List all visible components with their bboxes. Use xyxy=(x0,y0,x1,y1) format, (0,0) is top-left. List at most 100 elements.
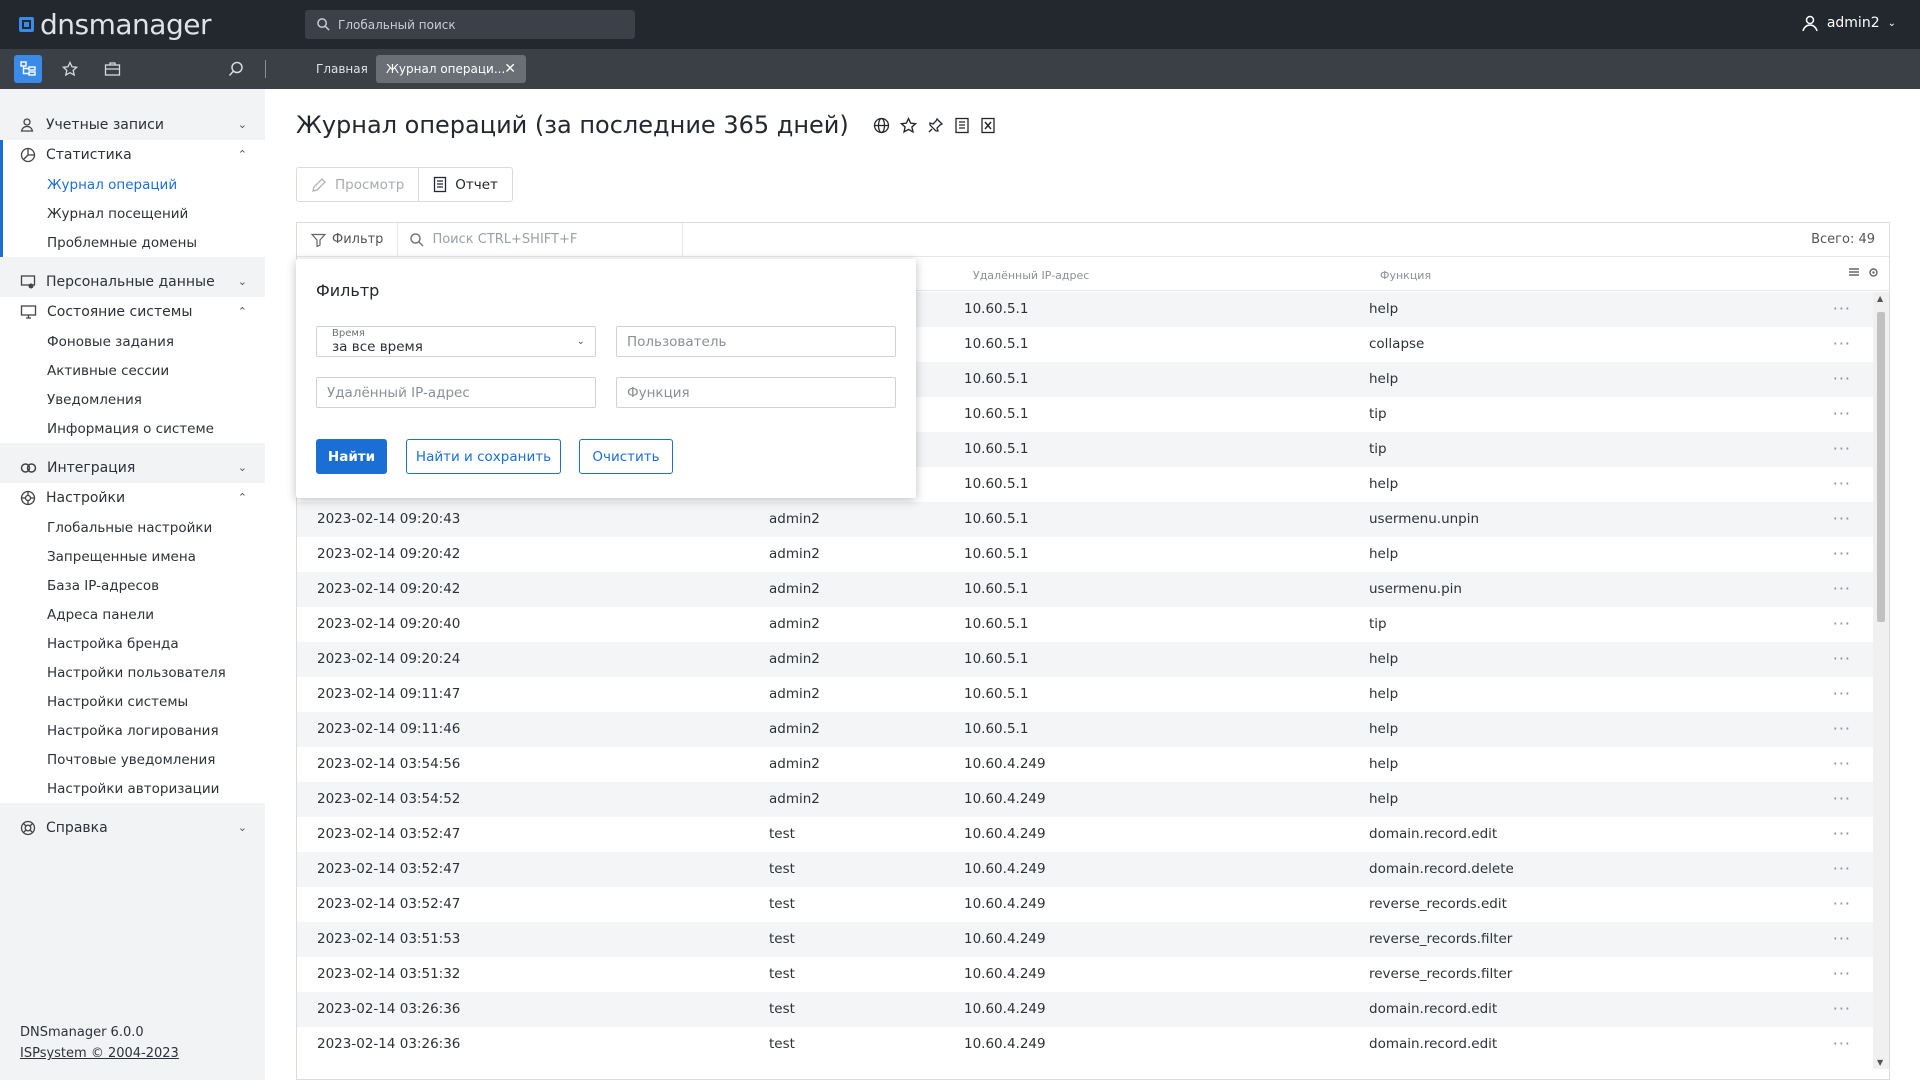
sidebar-item-help[interactable]: Справка ⌄ xyxy=(0,813,265,843)
row-actions-icon[interactable]: ··· xyxy=(1833,369,1851,388)
row-actions-icon[interactable]: ··· xyxy=(1833,299,1851,318)
sidebar-item-system-settings[interactable]: Настройки системы xyxy=(0,687,265,716)
table-row[interactable]: 2023-02-14 09:20:42 admin2 10.60.5.1 userme… xyxy=(297,572,1873,607)
user-field[interactable]: Пользователь xyxy=(616,326,896,357)
sidebar-item-operations-log[interactable]: Журнал операций xyxy=(3,170,265,199)
row-actions-icon[interactable]: ··· xyxy=(1833,929,1851,948)
row-actions-icon[interactable]: ··· xyxy=(1833,509,1851,528)
table-row[interactable]: 2023-02-14 09:20:43 admin2 10.60.5.1 userme… xyxy=(297,502,1873,537)
column-header-function[interactable]: Функция xyxy=(1380,269,1431,282)
sidebar-item-auth-settings[interactable]: Настройки авторизации xyxy=(0,774,265,803)
time-select[interactable]: Время за все время ⌄ xyxy=(316,326,596,357)
menu-tree-button[interactable] xyxy=(14,55,42,83)
row-actions-icon[interactable]: ··· xyxy=(1833,824,1851,843)
column-header-ip[interactable]: Удалённый IP-адрес xyxy=(973,269,1089,282)
scroll-up-icon[interactable]: ▲ xyxy=(1877,294,1883,303)
sidebar-item-personal-data[interactable]: Персональные данные ⌄ xyxy=(0,267,265,297)
logo[interactable]: dnsmanager xyxy=(19,8,211,41)
globe-icon[interactable] xyxy=(873,117,890,134)
row-actions-icon[interactable]: ··· xyxy=(1833,439,1851,458)
sidebar-item-logging-settings[interactable]: Настройка логирования xyxy=(0,716,265,745)
table-row[interactable]: 2023-02-14 09:11:47 admin2 10.60.5.1 help ··… xyxy=(297,677,1873,712)
sidebar-item-settings[interactable]: Настройки ⌃ xyxy=(0,483,265,513)
function-field[interactable]: Функция xyxy=(616,377,896,408)
sidebar-item-notifications[interactable]: Уведомления xyxy=(0,385,265,414)
scroll-down-icon[interactable]: ▼ xyxy=(1877,1058,1883,1067)
view-button[interactable]: Просмотр xyxy=(297,168,418,201)
excel-export-icon[interactable] xyxy=(980,117,996,134)
table-row[interactable]: 2023-02-14 09:11:46 admin2 10.60.5.1 help ··… xyxy=(297,712,1873,747)
menu-search-button[interactable] xyxy=(228,61,244,81)
row-actions-icon[interactable]: ··· xyxy=(1833,789,1851,808)
close-icon[interactable]: ✕ xyxy=(504,61,516,77)
table-row[interactable]: 2023-02-14 03:26:36 test 10.60.4.249 domain… xyxy=(297,992,1873,1027)
row-actions-icon[interactable]: ··· xyxy=(1833,894,1851,913)
table-row[interactable]: 2023-02-14 09:20:40 admin2 10.60.5.1 tip ··· xyxy=(297,607,1873,642)
cell-function: collapse xyxy=(1369,336,1425,352)
sidebar-item-system-state[interactable]: Состояние системы ⌃ xyxy=(0,297,265,327)
table-scrollbar[interactable]: ▲ ▼ xyxy=(1873,292,1889,1069)
sidebar-item-system-info[interactable]: Информация о системе xyxy=(0,414,265,443)
ip-field[interactable]: Удалённый IP-адрес xyxy=(316,377,596,408)
table-row[interactable]: 2023-02-14 03:51:53 test 10.60.4.249 revers… xyxy=(297,922,1873,957)
row-actions-icon[interactable]: ··· xyxy=(1833,964,1851,983)
row-actions-icon[interactable]: ··· xyxy=(1833,474,1851,493)
row-actions-icon[interactable]: ··· xyxy=(1833,649,1851,668)
table-row[interactable]: 2023-02-14 09:20:42 admin2 10.60.5.1 help ··… xyxy=(297,537,1873,572)
row-actions-icon[interactable]: ··· xyxy=(1833,684,1851,703)
row-actions-icon[interactable]: ··· xyxy=(1833,859,1851,878)
columns-icon[interactable] xyxy=(1848,267,1860,277)
row-actions-icon[interactable]: ··· xyxy=(1833,719,1851,738)
row-actions-icon[interactable]: ··· xyxy=(1833,544,1851,563)
sidebar-item-accounts[interactable]: Учетные записи ⌄ xyxy=(0,110,265,140)
table-row[interactable]: 2023-02-14 03:54:56 admin2 10.60.4.249 help… xyxy=(297,747,1873,782)
row-actions-icon[interactable]: ··· xyxy=(1833,1034,1851,1053)
user-menu[interactable]: admin2 ⌄ xyxy=(1801,14,1896,32)
sidebar-item-background-jobs[interactable]: Фоновые задания xyxy=(0,327,265,356)
filter-button[interactable]: Фильтр xyxy=(297,222,399,257)
sidebar-item-problem-domains[interactable]: Проблемные домены xyxy=(3,228,265,257)
tab-home[interactable]: Главная xyxy=(316,49,368,89)
sidebar-item-visits-log[interactable]: Журнал посещений xyxy=(3,199,265,228)
pin-icon[interactable] xyxy=(927,117,944,134)
sidebar-item-ip-database[interactable]: База IP-адресов xyxy=(0,571,265,600)
clear-button[interactable]: Очистить xyxy=(579,439,673,474)
report-button[interactable]: Отчет xyxy=(418,168,512,201)
row-actions-icon[interactable]: ··· xyxy=(1833,404,1851,423)
document-icon[interactable] xyxy=(954,117,970,134)
row-actions-icon[interactable]: ··· xyxy=(1833,334,1851,353)
find-and-save-button[interactable]: Найти и сохранить xyxy=(406,439,561,474)
sidebar-item-statistics[interactable]: Статистика ⌃ xyxy=(3,140,265,170)
sidebar-item-forbidden-names[interactable]: Запрещенные имена xyxy=(0,542,265,571)
find-button[interactable]: Найти xyxy=(316,439,387,474)
row-actions-icon[interactable]: ··· xyxy=(1833,754,1851,773)
sidebar-item-mail-notifications[interactable]: Почтовые уведомления xyxy=(0,745,265,774)
row-actions-icon[interactable]: ··· xyxy=(1833,999,1851,1018)
sidebar-item-user-settings[interactable]: Настройки пользователя xyxy=(0,658,265,687)
table-row[interactable]: 2023-02-14 03:54:52 admin2 10.60.4.249 help… xyxy=(297,782,1873,817)
sidebar-item-brand-settings[interactable]: Настройка бренда xyxy=(0,629,265,658)
table-row[interactable]: 2023-02-14 03:52:47 test 10.60.4.249 domain… xyxy=(297,817,1873,852)
scrollbar-thumb[interactable] xyxy=(1877,312,1885,622)
briefcase-button[interactable] xyxy=(98,55,126,83)
sidebar-item-active-sessions[interactable]: Активные сессии xyxy=(0,356,265,385)
table-row[interactable]: 2023-02-14 09:20:24 admin2 10.60.5.1 help ··… xyxy=(297,642,1873,677)
table-search-input[interactable]: Поиск CTRL+SHIFT+F xyxy=(398,222,684,257)
table-row[interactable]: 2023-02-14 03:51:32 test 10.60.4.249 revers… xyxy=(297,957,1873,992)
row-actions-icon[interactable]: ··· xyxy=(1833,614,1851,633)
sidebar-item-global-settings[interactable]: Глобальные настройки xyxy=(0,513,265,542)
sidebar-item-panel-addresses[interactable]: Адреса панели xyxy=(0,600,265,629)
tab-operations-log[interactable]: Журнал операци... ✕ xyxy=(376,55,526,83)
row-actions-icon[interactable]: ··· xyxy=(1833,579,1851,598)
sidebar-item-integration[interactable]: Интеграция ⌄ xyxy=(0,453,265,483)
global-search-input[interactable]: Глобальный поиск xyxy=(305,10,635,39)
star-icon[interactable] xyxy=(899,116,917,134)
gear-icon[interactable] xyxy=(1868,267,1879,278)
sidebar-group-label: Справка xyxy=(46,820,108,836)
sidebar-group-settings: Настройки ⌃ Глобальные настройки Запреще… xyxy=(0,483,265,803)
copyright-link[interactable]: ISPsystem © 2004-2023 xyxy=(20,1043,179,1064)
table-row[interactable]: 2023-02-14 03:52:47 test 10.60.4.249 domain… xyxy=(297,852,1873,887)
favorites-button[interactable] xyxy=(56,55,84,83)
table-row[interactable]: 2023-02-14 03:26:36 test 10.60.4.249 domain… xyxy=(297,1027,1873,1062)
table-row[interactable]: 2023-02-14 03:52:47 test 10.60.4.249 revers… xyxy=(297,887,1873,922)
